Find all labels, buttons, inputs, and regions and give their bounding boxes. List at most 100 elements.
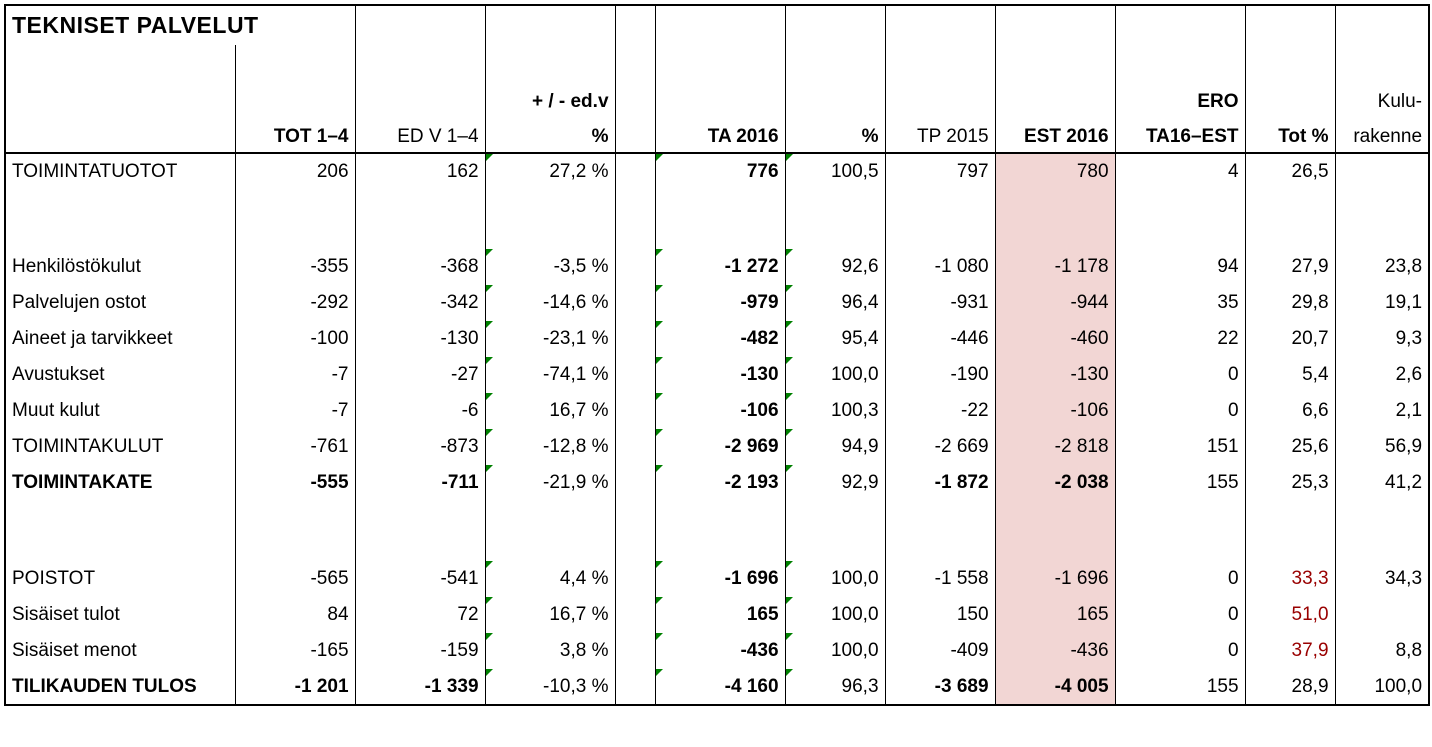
cell-tp2015: -1 872	[885, 465, 995, 501]
cell-rakenne: 41,2	[1335, 465, 1429, 501]
cell-tot14: 84	[235, 597, 355, 633]
cell-ero: 35	[1115, 285, 1245, 321]
table-row: TOIMINTAKATE-555-711-21,9 %-2 19392,9-1 …	[5, 465, 1429, 501]
cell-edv14: -541	[355, 561, 485, 597]
cell-change: -14,6 %	[485, 285, 615, 321]
cell-totpct: 33,3	[1245, 561, 1335, 597]
cell-totpct: 28,9	[1245, 669, 1335, 705]
cell-est2016: -130	[995, 357, 1115, 393]
cell-pct: 100,0	[785, 561, 885, 597]
cell-est2016: -2 038	[995, 465, 1115, 501]
cell-edv14: -27	[355, 357, 485, 393]
table-row: Sisäiset menot-165-1593,8 %-436100,0-409…	[5, 633, 1429, 669]
cell-tot14: -1 201	[235, 669, 355, 705]
row-label: Muut kulut	[5, 393, 235, 429]
col-header-pct: %	[785, 117, 885, 153]
cell-rakenne: 56,9	[1335, 429, 1429, 465]
cell-rakenne	[1335, 153, 1429, 189]
col-header-change-top: + / - ed.v	[485, 81, 615, 117]
cell-est2016: -460	[995, 321, 1115, 357]
table-row: Aineet ja tarvikkeet-100-130-23,1 %-4829…	[5, 321, 1429, 357]
cell-est2016: -2 818	[995, 429, 1115, 465]
cell-edv14: -130	[355, 321, 485, 357]
cell-edv14: 162	[355, 153, 485, 189]
cell-tp2015: -190	[885, 357, 995, 393]
cell-change: 3,8 %	[485, 633, 615, 669]
cell-rakenne: 23,8	[1335, 249, 1429, 285]
cell-ero: 155	[1115, 669, 1245, 705]
cell-tot14: -7	[235, 357, 355, 393]
table-row: Palvelujen ostot-292-342-14,6 %-97996,4-…	[5, 285, 1429, 321]
cell-tp2015: 797	[885, 153, 995, 189]
cell-tp2015: -1 080	[885, 249, 995, 285]
cell-tp2015: -2 669	[885, 429, 995, 465]
cell-change: 16,7 %	[485, 393, 615, 429]
cell-totpct: 25,3	[1245, 465, 1335, 501]
cell-tot14: 206	[235, 153, 355, 189]
cell-tp2015: -446	[885, 321, 995, 357]
cell-est2016: -4 005	[995, 669, 1115, 705]
row-label: Avustukset	[5, 357, 235, 393]
cell-ta2016: -979	[655, 285, 785, 321]
cell-ta2016: -2 193	[655, 465, 785, 501]
cell-change: -23,1 %	[485, 321, 615, 357]
col-header-ta2016: TA 2016	[655, 117, 785, 153]
cell-ta2016: -1 696	[655, 561, 785, 597]
cell-pct: 100,0	[785, 597, 885, 633]
cell-change: -3,5 %	[485, 249, 615, 285]
table-row: Muut kulut-7-616,7 %-106100,3-22-10606,6…	[5, 393, 1429, 429]
cell-ta2016: -436	[655, 633, 785, 669]
cell-tot14: -355	[235, 249, 355, 285]
cell-tp2015: -409	[885, 633, 995, 669]
cell-rakenne: 9,3	[1335, 321, 1429, 357]
row-label: Palvelujen ostot	[5, 285, 235, 321]
cell-est2016: -944	[995, 285, 1115, 321]
cell-pct: 100,3	[785, 393, 885, 429]
cell-tp2015: -1 558	[885, 561, 995, 597]
row-label: TILIKAUDEN TULOS	[5, 669, 235, 705]
cell-pct: 100,0	[785, 633, 885, 669]
cell-change: -21,9 %	[485, 465, 615, 501]
col-header-tp2015: TP 2015	[885, 117, 995, 153]
cell-edv14: -368	[355, 249, 485, 285]
col-header-rakenne: rakenne	[1335, 117, 1429, 153]
table-row: TILIKAUDEN TULOS-1 201-1 339-10,3 %-4 16…	[5, 669, 1429, 705]
cell-est2016: -1 178	[995, 249, 1115, 285]
cell-rakenne	[1335, 597, 1429, 633]
financial-table: TEKNISET PALVELUT + / - ed.v ERO Kulu- T…	[4, 4, 1430, 706]
row-label: TOIMINTAKULUT	[5, 429, 235, 465]
row-label: POISTOT	[5, 561, 235, 597]
cell-change: -74,1 %	[485, 357, 615, 393]
cell-est2016: -436	[995, 633, 1115, 669]
row-label: Sisäiset menot	[5, 633, 235, 669]
cell-pct: 95,4	[785, 321, 885, 357]
cell-pct: 96,3	[785, 669, 885, 705]
row-label: Sisäiset tulot	[5, 597, 235, 633]
row-label: Henkilöstökulut	[5, 249, 235, 285]
cell-pct: 92,6	[785, 249, 885, 285]
cell-change: 27,2 %	[485, 153, 615, 189]
cell-rakenne: 8,8	[1335, 633, 1429, 669]
col-header-est2016: EST 2016	[995, 117, 1115, 153]
cell-totpct: 20,7	[1245, 321, 1335, 357]
cell-tot14: -292	[235, 285, 355, 321]
cell-edv14: 72	[355, 597, 485, 633]
cell-ta2016: -482	[655, 321, 785, 357]
cell-ta2016: 776	[655, 153, 785, 189]
cell-est2016: 780	[995, 153, 1115, 189]
col-header-tot14: TOT 1–4	[235, 117, 355, 153]
row-label: Aineet ja tarvikkeet	[5, 321, 235, 357]
cell-ero: 0	[1115, 633, 1245, 669]
cell-totpct: 6,6	[1245, 393, 1335, 429]
row-label: TOIMINTATUOTOT	[5, 153, 235, 189]
cell-tot14: -100	[235, 321, 355, 357]
table-row: Sisäiset tulot847216,7 %165100,015016505…	[5, 597, 1429, 633]
table-row: TOIMINTAKULUT-761-873-12,8 %-2 96994,9-2…	[5, 429, 1429, 465]
cell-ero: 151	[1115, 429, 1245, 465]
cell-ero: 0	[1115, 597, 1245, 633]
cell-rakenne: 2,1	[1335, 393, 1429, 429]
cell-pct: 94,9	[785, 429, 885, 465]
page-title: TEKNISET PALVELUT	[5, 5, 355, 45]
cell-ta2016: 165	[655, 597, 785, 633]
cell-change: -10,3 %	[485, 669, 615, 705]
